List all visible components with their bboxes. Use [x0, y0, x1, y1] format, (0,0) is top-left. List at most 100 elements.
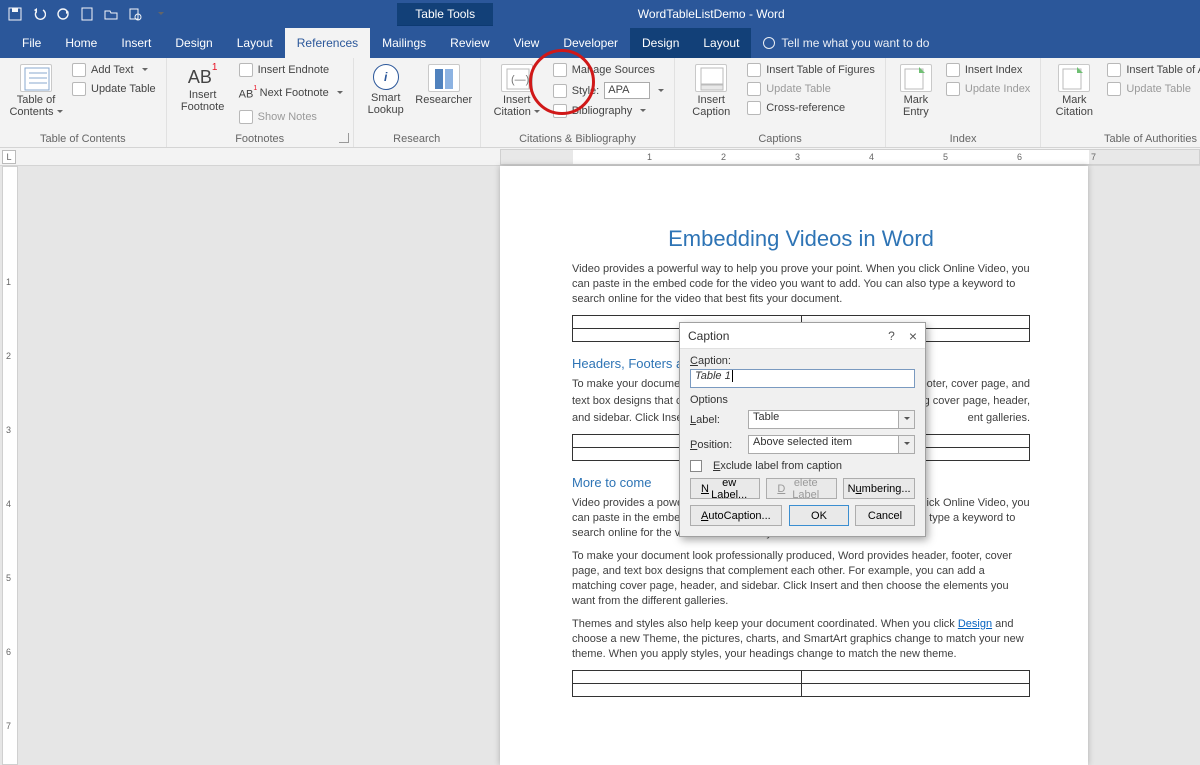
ribbon: Table of Contents Add Text Update Table …	[0, 58, 1200, 148]
insert-caption-icon	[695, 64, 727, 92]
group-footnotes: AB1 Insert Footnote Insert Endnote AB1Ne…	[167, 58, 354, 147]
insert-footnote-button[interactable]: AB1 Insert Footnote	[175, 62, 231, 113]
redo-icon[interactable]	[56, 7, 70, 21]
bibliography-button[interactable]: Bibliography	[551, 103, 667, 119]
tab-mailings[interactable]: Mailings	[370, 28, 438, 58]
toc-button[interactable]: Table of Contents	[8, 62, 64, 118]
new-doc-icon[interactable]	[80, 7, 94, 21]
next-footnote-icon: AB1	[239, 82, 255, 105]
mark-entry-icon	[900, 64, 932, 92]
caption-input[interactable]: Table 1	[690, 369, 915, 388]
document-area: 1 2 3 4 5 6 7 Embedding Videos in Word V…	[0, 166, 1200, 765]
exclude-checkbox-row[interactable]: Exclude label from caption Exclude label…	[690, 460, 915, 472]
design-link[interactable]: Design	[958, 618, 992, 630]
exclude-checkbox[interactable]	[690, 460, 702, 472]
citation-style-control[interactable]: Style: APA	[551, 81, 667, 100]
group-captions: Insert Caption Insert Table of Figures U…	[675, 58, 886, 147]
new-label-button[interactable]: New Label...	[690, 478, 760, 499]
horizontal-ruler[interactable]: 1 2 3 4 5 6 7	[500, 149, 1200, 165]
add-text-icon	[72, 63, 86, 77]
tell-me-placeholder: Tell me what you want to do	[781, 36, 929, 50]
style-value[interactable]: APA	[604, 82, 650, 99]
group-index: Mark Entry Insert Index Update Index Ind…	[886, 58, 1041, 147]
mark-citation-button[interactable]: Mark Citation	[1049, 62, 1099, 118]
update-toa-icon	[1107, 82, 1121, 96]
style-icon	[553, 84, 567, 98]
label-combo-chevron-icon[interactable]	[899, 410, 915, 429]
vertical-ruler[interactable]: 1 2 3 4 5 6 7	[2, 166, 18, 765]
smart-lookup-icon: i	[373, 64, 399, 90]
tab-table-layout[interactable]: Layout	[691, 28, 751, 58]
insert-tof-button[interactable]: Insert Table of Figures	[745, 62, 877, 78]
tell-me-search[interactable]: Tell me what you want to do	[751, 28, 941, 58]
smart-lookup-button[interactable]: i Smart Lookup	[362, 62, 410, 116]
insert-citation-button[interactable]: (—) Insert Citation	[489, 62, 545, 118]
group-toc: Table of Contents Add Text Update Table …	[0, 58, 167, 147]
dialog-close-button[interactable]: ×	[909, 329, 917, 343]
position-combo-chevron-icon[interactable]	[899, 435, 915, 454]
position-combo-value: Above selected item	[748, 435, 899, 454]
title-center: Table Tools WordTableListDemo - Word	[0, 3, 1200, 26]
insert-index-button[interactable]: Insert Index	[944, 62, 1032, 78]
group-research-title: Research	[362, 131, 472, 145]
update-index-button[interactable]: Update Index	[944, 81, 1032, 97]
tab-layout[interactable]: Layout	[225, 28, 285, 58]
print-preview-icon[interactable]	[128, 7, 142, 21]
insert-citation-icon: (—)	[501, 64, 533, 92]
insert-toa-button[interactable]: Insert Table of Authorities	[1105, 62, 1200, 78]
open-icon[interactable]	[104, 7, 118, 21]
cross-reference-button[interactable]: Cross-reference	[745, 100, 877, 116]
show-notes-button[interactable]: Show Notes	[237, 109, 345, 125]
doc-para-5: Themes and styles also help keep your do…	[572, 617, 1030, 662]
tab-design[interactable]: Design	[163, 28, 224, 58]
save-icon[interactable]	[8, 7, 22, 21]
quick-access-toolbar	[0, 7, 166, 21]
insert-index-icon	[946, 63, 960, 77]
position-field-label: Position:	[690, 439, 742, 451]
mark-citation-label: Mark Citation	[1056, 94, 1093, 118]
insert-caption-button[interactable]: Insert Caption	[683, 62, 739, 118]
manage-sources-button[interactable]: Manage Sources	[551, 62, 667, 78]
mark-citation-icon	[1058, 64, 1090, 92]
insert-endnote-button[interactable]: Insert Endnote	[237, 62, 345, 78]
position-combo[interactable]: Above selected item	[748, 435, 915, 454]
tab-view[interactable]: View	[502, 28, 552, 58]
footnotes-dialog-launcher[interactable]	[339, 133, 349, 143]
group-index-title: Index	[894, 131, 1032, 145]
autocaption-button[interactable]: AutoCaption...	[690, 505, 782, 526]
update-tof-button[interactable]: Update Table	[745, 81, 877, 97]
update-index-icon	[946, 82, 960, 96]
cancel-button[interactable]: Cancel	[855, 505, 915, 526]
tab-references[interactable]: References	[285, 28, 370, 58]
group-citations-title: Citations & Bibliography	[489, 131, 667, 145]
label-combo[interactable]: Table	[748, 410, 915, 429]
caption-field-label: CCaption:aption:	[690, 355, 915, 367]
dialog-titlebar[interactable]: Caption ? ×	[680, 323, 925, 349]
tab-table-design[interactable]: Design	[630, 28, 691, 58]
update-toa-button[interactable]: Update Table	[1105, 81, 1200, 97]
next-footnote-button[interactable]: AB1Next Footnote	[237, 81, 345, 106]
doc-table-3[interactable]	[572, 670, 1030, 697]
tab-selector[interactable]: L	[2, 150, 16, 164]
mark-entry-button[interactable]: Mark Entry	[894, 62, 938, 118]
delete-label-button[interactable]: Delete Label	[766, 478, 837, 499]
add-text-button[interactable]: Add Text	[70, 62, 158, 78]
tab-developer[interactable]: Developer	[551, 28, 630, 58]
tab-home[interactable]: Home	[53, 28, 109, 58]
dialog-help-button[interactable]: ?	[888, 329, 895, 343]
svg-text:(—): (—)	[511, 74, 529, 86]
tab-review[interactable]: Review	[438, 28, 501, 58]
numbering-button[interactable]: Numbering...	[843, 478, 915, 499]
undo-icon[interactable]	[32, 7, 46, 21]
group-toc-title: Table of Contents	[8, 131, 158, 145]
tab-file[interactable]: File	[10, 28, 53, 58]
qat-customize-icon[interactable]	[152, 7, 166, 21]
ok-button[interactable]: OK	[789, 505, 849, 526]
researcher-button[interactable]: Researcher	[416, 62, 472, 106]
context-tab-label: Table Tools	[397, 3, 493, 26]
show-notes-icon	[239, 110, 253, 124]
exclude-label: Exclude label from caption	[713, 460, 842, 472]
tab-insert[interactable]: Insert	[109, 28, 163, 58]
update-toc-button[interactable]: Update Table	[70, 81, 158, 97]
footnote-icon: AB1	[187, 64, 219, 87]
